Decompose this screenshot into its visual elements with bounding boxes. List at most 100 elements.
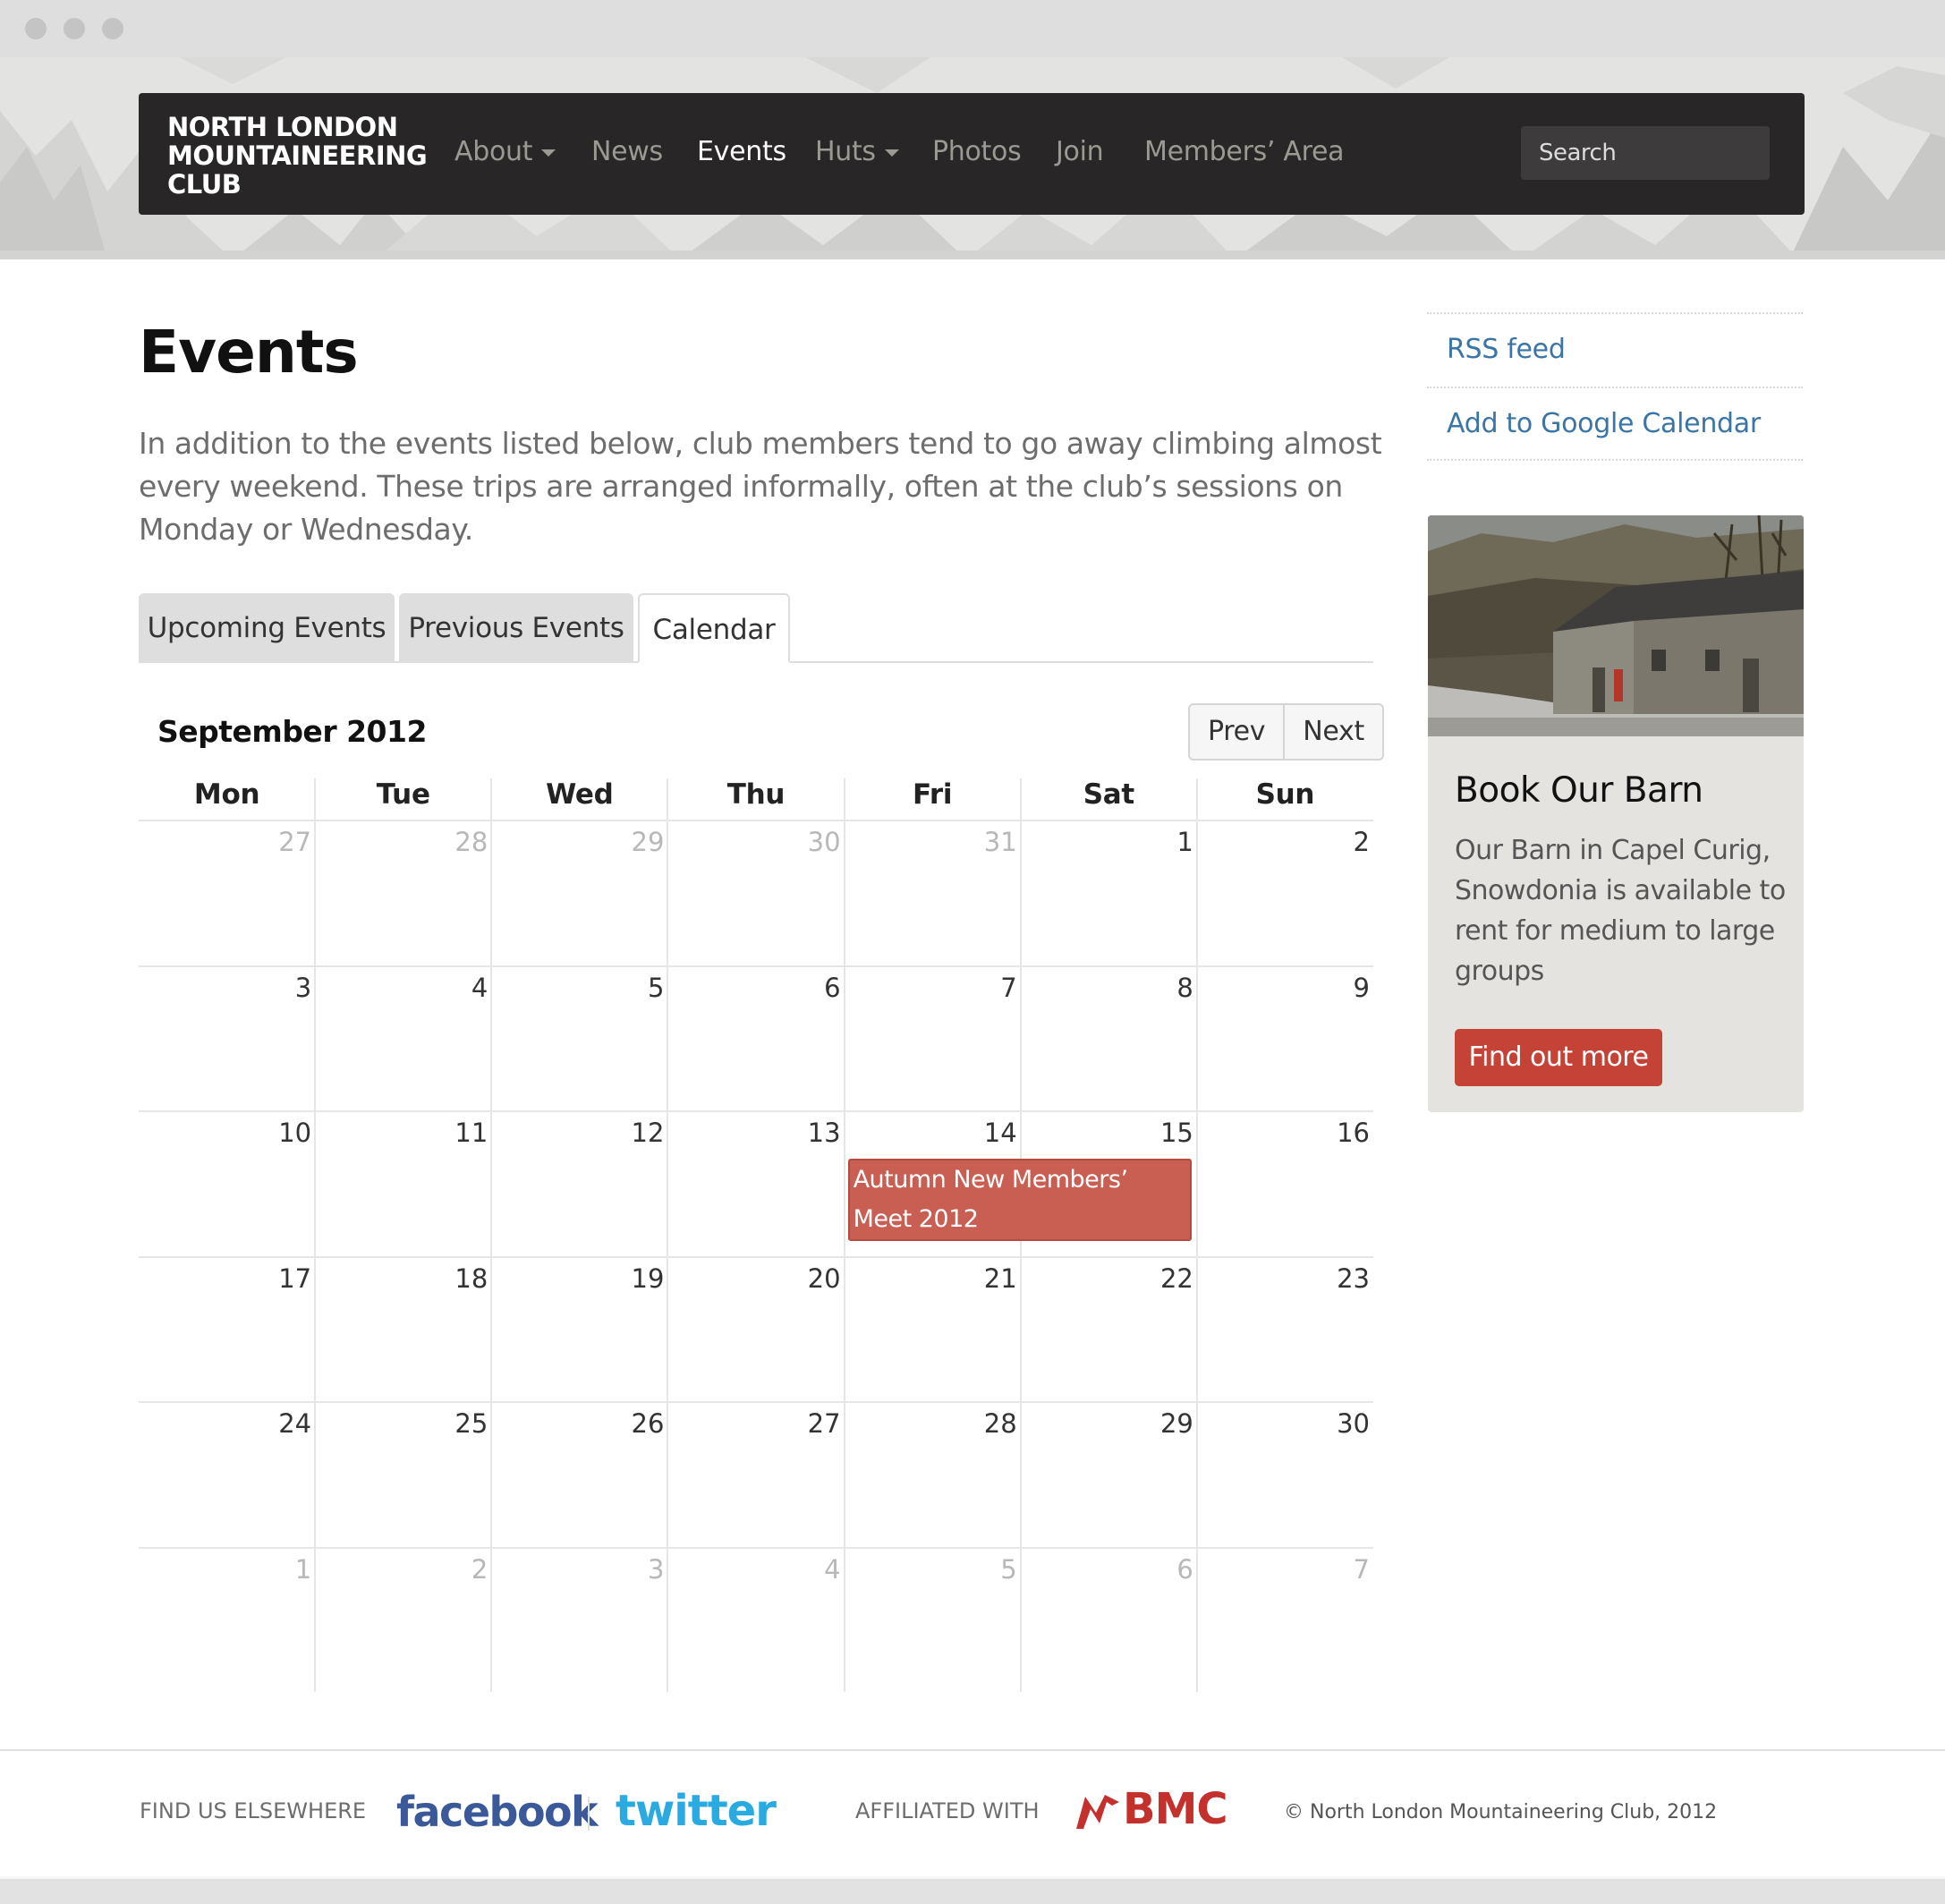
calendar-day-cell[interactable]: 11 <box>315 1110 492 1256</box>
calendar-day-cell[interactable]: 30 <box>667 820 845 965</box>
nav-about[interactable]: About <box>454 136 556 167</box>
day-number: 30 <box>807 827 841 857</box>
calendar-day-cell[interactable]: 6 <box>667 965 845 1111</box>
calendar-day-cell[interactable]: 3 <box>491 1546 668 1693</box>
calendar-day-cell[interactable]: 30 <box>1196 1401 1373 1547</box>
calendar-day-cell[interactable]: 7 <box>1196 1546 1373 1693</box>
weekday-header: Wed <box>546 778 614 811</box>
day-number: 14 <box>983 1118 1017 1148</box>
day-number: 30 <box>1337 1408 1370 1439</box>
calendar-day-cell[interactable]: 10 <box>139 1110 316 1256</box>
calendar-day-cell[interactable]: 23 <box>1196 1255 1373 1402</box>
day-number: 6 <box>1176 1553 1193 1585</box>
calendar-event[interactable]: Autumn New Members’ Meet 2012 <box>847 1159 1192 1241</box>
calendar-day-cell[interactable]: 29 <box>491 820 668 965</box>
weekday-header: Fri <box>913 778 953 811</box>
calendar-day-cell[interactable]: 4 <box>315 965 492 1111</box>
find-us-label: FIND US ELSEWHERE <box>140 1798 367 1823</box>
calendar-day-cell[interactable]: 27 <box>139 820 316 965</box>
calendar-day-cell[interactable]: 27 <box>667 1401 845 1547</box>
day-number: 9 <box>1353 972 1370 1003</box>
calendar-day-cell[interactable]: 4 <box>667 1546 845 1693</box>
day-number: 23 <box>1337 1262 1370 1294</box>
calendar-day-cell[interactable]: 7 <box>844 965 1021 1111</box>
calendar-day-cell[interactable]: 19 <box>491 1255 668 1402</box>
tab-calendar[interactable]: Calendar <box>638 593 790 663</box>
calendar-day-cell[interactable]: 31 <box>844 820 1021 965</box>
calendar-day-cell[interactable]: 1 <box>1020 820 1197 965</box>
calendar-day-cell[interactable]: 20 <box>667 1255 845 1402</box>
day-number: 4 <box>824 1553 841 1585</box>
window-minimize-dot[interactable] <box>64 18 85 39</box>
day-number: 7 <box>1353 1553 1370 1585</box>
calendar-day-cell[interactable]: 5 <box>844 1546 1021 1693</box>
day-number: 24 <box>278 1408 312 1439</box>
calendar-day-cell[interactable]: 12 <box>491 1110 668 1256</box>
calendar-day-cell[interactable]: 1 <box>139 1546 316 1693</box>
twitter-logo[interactable]: twitter <box>616 1786 777 1836</box>
day-number: 10 <box>278 1118 312 1148</box>
day-number: 17 <box>278 1262 312 1294</box>
calendar-day-cell[interactable]: 22 <box>1020 1255 1197 1402</box>
window-zoom-dot[interactable] <box>102 18 123 39</box>
barn-title: Book Our Barn <box>1455 770 1703 811</box>
day-number: 3 <box>294 972 312 1003</box>
google-calendar-link[interactable]: Add to Google Calendar <box>1427 387 1803 461</box>
calendar-day-cell[interactable]: 8 <box>1020 965 1197 1111</box>
weekday-header: Tue <box>376 778 430 811</box>
calendar-day-cell[interactable]: 28 <box>315 820 492 965</box>
calendar-day-cell[interactable]: 17 <box>139 1255 316 1402</box>
nav-join-label: Join <box>1056 136 1104 167</box>
brand-line: MOUNTAINEERING <box>167 140 428 171</box>
nav-events-label: Events <box>697 136 786 167</box>
day-number: 31 <box>983 827 1017 857</box>
nav-photos-label: Photos <box>932 136 1022 167</box>
nav-photos[interactable]: Photos <box>932 136 1022 167</box>
search-input[interactable] <box>1521 126 1770 180</box>
nav-join[interactable]: Join <box>1056 136 1104 167</box>
tab-previous-events[interactable]: Previous Events <box>399 593 633 663</box>
nav-events[interactable]: Events <box>697 136 786 167</box>
day-number: 27 <box>278 827 312 857</box>
find-out-more-button[interactable]: Find out more <box>1455 1029 1662 1086</box>
prev-button[interactable]: Prev <box>1190 705 1286 759</box>
footer-bottom-bar <box>0 1879 1945 1904</box>
facebook-logo[interactable]: facebook <box>396 1788 599 1836</box>
calendar-day-cell[interactable]: 28 <box>844 1401 1021 1547</box>
window-close-dot[interactable] <box>25 18 47 39</box>
barn-card: Book Our Barn Our Barn in Capel Curig, S… <box>1428 515 1804 1112</box>
site-brand[interactable]: NORTH LONDON MOUNTAINEERING CLUB <box>167 113 436 199</box>
day-number: 5 <box>1000 1553 1017 1585</box>
day-number: 25 <box>454 1408 488 1439</box>
day-number: 16 <box>1337 1118 1370 1148</box>
nav-news-label: News <box>591 136 663 167</box>
nav-huts[interactable]: Huts <box>815 136 899 167</box>
day-number: 18 <box>454 1262 488 1294</box>
calendar-day-cell[interactable]: 13 <box>667 1110 845 1256</box>
calendar-day-cell[interactable]: 18 <box>315 1255 492 1402</box>
calendar-day-cell[interactable]: 6 <box>1020 1546 1197 1693</box>
calendar-day-cell[interactable]: 5 <box>491 965 668 1111</box>
next-button[interactable]: Next <box>1285 705 1382 759</box>
day-number: 2 <box>1353 827 1370 857</box>
calendar-day-cell[interactable]: 24 <box>139 1401 316 1547</box>
nav-news[interactable]: News <box>591 136 663 167</box>
bmc-text: BMC <box>1123 1784 1228 1834</box>
top-navbar: NORTH LONDON MOUNTAINEERING CLUB About N… <box>139 93 1805 215</box>
calendar-day-cell[interactable]: 9 <box>1196 965 1373 1111</box>
day-number: 21 <box>983 1262 1017 1294</box>
calendar-day-cell[interactable]: 21 <box>844 1255 1021 1402</box>
rss-feed-link[interactable]: RSS feed <box>1427 312 1803 387</box>
calendar-day-cell[interactable]: 26 <box>491 1401 668 1547</box>
calendar-day-cell[interactable]: 2 <box>315 1546 492 1693</box>
calendar-day-cell[interactable]: 25 <box>315 1401 492 1547</box>
calendar-day-cell[interactable]: 3 <box>139 965 316 1111</box>
day-number: 22 <box>1159 1262 1193 1294</box>
bmc-mountain-icon <box>1076 1795 1119 1829</box>
day-number: 13 <box>807 1118 841 1148</box>
nav-members-area[interactable]: Members’ Area <box>1144 136 1345 167</box>
tab-upcoming-events[interactable]: Upcoming Events <box>139 593 395 663</box>
calendar-day-cell[interactable]: 2 <box>1196 820 1373 965</box>
calendar-day-cell[interactable]: 29 <box>1020 1401 1197 1547</box>
calendar-day-cell[interactable]: 16 <box>1196 1110 1373 1256</box>
